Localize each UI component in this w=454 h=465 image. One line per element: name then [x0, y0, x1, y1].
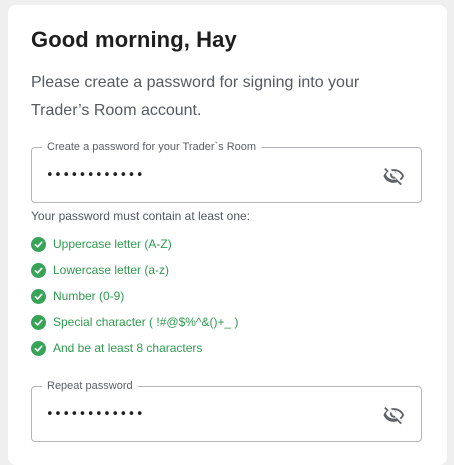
check-circle-icon: [31, 262, 46, 278]
eye-off-icon[interactable]: [382, 164, 406, 188]
check-circle-icon: [31, 314, 46, 330]
requirement-label: Uppercase letter (A-Z): [53, 237, 172, 251]
requirement-label: Number (0-9): [53, 289, 125, 303]
requirement-label: Special character ( !#@$%^&()+_ ): [53, 315, 239, 329]
requirement-label: And be at least 8 characters: [53, 341, 203, 355]
requirement-uppercase: Uppercase letter (A-Z): [31, 231, 239, 257]
repeat-password-input[interactable]: [46, 403, 366, 425]
requirement-lowercase: Lowercase letter (a-z): [31, 257, 239, 283]
requirements-title: Your password must contain at least one:: [31, 209, 251, 223]
repeat-password-label: Repeat password: [42, 379, 138, 393]
create-password-input[interactable]: [46, 164, 366, 186]
password-card: Good morning, Hay Please create a passwo…: [8, 5, 447, 465]
create-password-field[interactable]: Create a password for your Trader`s Room: [31, 140, 422, 203]
greeting-title: Good morning, Hay: [31, 27, 237, 52]
requirement-length: And be at least 8 characters: [31, 335, 239, 361]
requirement-special: Special character ( !#@$%^&()+_ ): [31, 309, 239, 335]
check-circle-icon: [31, 236, 46, 252]
create-password-label: Create a password for your Trader`s Room: [42, 140, 262, 154]
requirements-list: Uppercase letter (A-Z) Lowercase letter …: [31, 231, 239, 361]
repeat-password-field[interactable]: Repeat password: [31, 379, 422, 442]
intro-text: Please create a password for signing int…: [31, 74, 360, 119]
requirement-label: Lowercase letter (a-z): [53, 263, 170, 277]
check-circle-icon: [31, 340, 46, 356]
check-circle-icon: [31, 288, 46, 304]
requirement-number: Number (0-9): [31, 283, 239, 309]
eye-off-icon[interactable]: [382, 403, 406, 427]
